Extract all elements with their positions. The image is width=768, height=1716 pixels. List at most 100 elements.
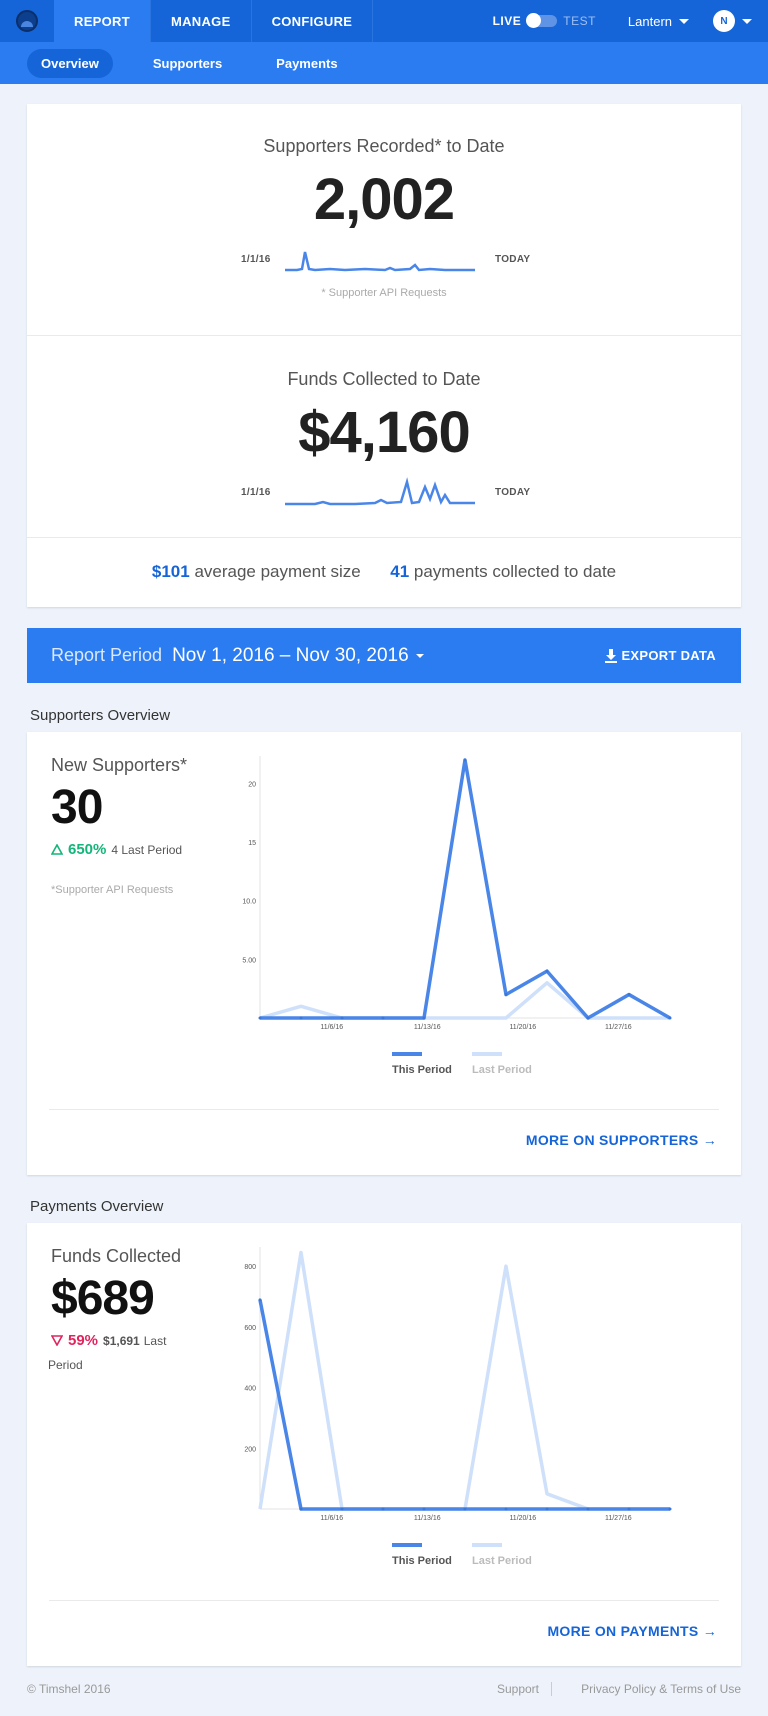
legend-swatch-last-period <box>472 1052 502 1056</box>
payments-count-value: 41 <box>390 562 410 581</box>
funds-collected-chart: 200 400 600 800 11/6/16 11/13/16 11/20/16 11/27… <box>244 1247 672 1567</box>
x-tick-label: 11/6/16 <box>320 1515 343 1522</box>
new-supporters-change: 650% 4 Last Period <box>51 841 182 858</box>
report-period-dropdown[interactable]: Nov 1, 2016 – Nov 30, 2016 <box>172 645 424 667</box>
summary-card: Supporters Recorded* to Date 2,002 1/1/1… <box>27 104 741 607</box>
sparkline-end-label: TODAY <box>495 253 531 265</box>
divider <box>27 537 741 538</box>
last-period-label: Last <box>143 1333 167 1348</box>
test-label: TEST <box>563 14 596 28</box>
org-dropdown[interactable]: Lantern <box>628 14 689 29</box>
y-tick-label: 600 <box>244 1325 256 1332</box>
data-point <box>463 1507 467 1511</box>
footer-divider <box>551 1682 552 1696</box>
tab-manage[interactable]: MANAGE <box>151 0 252 42</box>
sparkline-end-label: TODAY <box>495 486 531 498</box>
tab-report[interactable]: REPORT <box>54 0 151 42</box>
report-period-label: Report Period <box>51 645 163 665</box>
sparkline-start-label: 1/1/16 <box>241 253 271 265</box>
data-point <box>340 1016 344 1020</box>
subtab-payments[interactable]: Payments <box>262 49 351 78</box>
export-data-label: EXPORT DATA <box>621 648 716 663</box>
x-tick-label: 11/13/16 <box>414 1024 441 1031</box>
more-on-payments-link[interactable]: MORE ON PAYMENTS → <box>547 1623 717 1639</box>
y-tick-label: 800 <box>244 1264 256 1271</box>
legend-label-last-period: Last Period <box>472 1555 532 1567</box>
export-data-button[interactable]: EXPORT DATA <box>605 648 716 663</box>
data-point <box>340 1507 344 1511</box>
data-point <box>299 1507 303 1511</box>
y-tick-label: 15 <box>248 840 256 847</box>
org-name: Lantern <box>627 13 672 29</box>
support-link[interactable]: Support <box>497 1682 539 1696</box>
x-tick-label: 11/27/16 <box>605 1515 632 1522</box>
supporters-sparkline <box>285 251 475 272</box>
triangle-down-icon <box>51 1335 63 1346</box>
tab-configure[interactable]: CONFIGURE <box>252 0 374 42</box>
data-point <box>668 1016 672 1020</box>
privacy-terms-link[interactable]: Privacy Policy & Terms of Use <box>581 1682 741 1696</box>
divider <box>49 1600 719 1601</box>
last-period-label-continued: Period <box>48 1358 83 1372</box>
new-supporters-title: New Supporters* <box>51 755 188 775</box>
data-point <box>422 1507 426 1511</box>
subtab-supporters[interactable]: Supporters <box>139 49 236 78</box>
supporters-sparkline-row: 1/1/16 TODAY <box>241 244 530 274</box>
chevron-down-icon <box>742 18 752 24</box>
supporters-footnote: * Supporter API Requests <box>321 287 447 299</box>
x-tick-label: 11/13/16 <box>414 1515 441 1522</box>
data-point <box>381 1016 385 1020</box>
x-tick-label: 11/20/16 <box>509 1515 536 1522</box>
legend-swatch-this-period <box>392 1543 422 1547</box>
report-period-value: Nov 1, 2016 – Nov 30, 2016 <box>172 644 409 666</box>
top-nav: REPORT MANAGE CONFIGURE LIVE TEST Lanter… <box>0 0 768 42</box>
data-point <box>463 758 467 762</box>
payment-stats-row: $101 average payment size 41 payments co… <box>27 562 741 582</box>
subtab-overview[interactable]: Overview <box>27 48 113 78</box>
supporters-to-date-value: 2,002 <box>313 167 455 232</box>
payments-overview-heading: Payments Overview <box>30 1198 164 1215</box>
data-point <box>258 1016 262 1020</box>
data-point <box>504 993 508 997</box>
data-point <box>504 1507 508 1511</box>
download-icon <box>605 648 618 663</box>
new-supporters-chart: 5.00 10.0 15 20 11/6/16 11/13/16 11/20/16 11/27… <box>242 756 672 1076</box>
data-point <box>586 1507 590 1511</box>
last-period-amount: $1,691 <box>103 1333 140 1348</box>
last-period-value: 4 Last Period <box>111 842 183 857</box>
chevron-down-icon <box>679 18 689 24</box>
legend-swatch-last-period <box>472 1543 502 1547</box>
funds-collected-change: 59% $1,691 Last <box>51 1332 166 1349</box>
series-line-last-period <box>259 981 670 1020</box>
avg-payment-label: average payment size <box>194 562 361 581</box>
report-period-bar: Report Period Nov 1, 2016 – Nov 30, 2016… <box>27 628 741 683</box>
live-label: LIVE <box>492 14 522 28</box>
series-line-this-period <box>260 758 671 1020</box>
data-point <box>258 1298 262 1302</box>
new-supporters-value: 30 <box>51 781 103 834</box>
series-line-this-period <box>258 1299 670 1511</box>
live-test-toggle[interactable] <box>526 13 558 28</box>
sparkline-start-label: 1/1/16 <box>241 486 271 498</box>
triangle-up-icon <box>51 844 63 855</box>
data-point <box>545 1507 549 1511</box>
change-percent: 59% <box>68 1332 99 1349</box>
divider <box>27 335 741 336</box>
x-tick-label: 11/27/16 <box>605 1024 632 1031</box>
copyright: © Timshel 2016 <box>27 1682 111 1696</box>
user-menu[interactable]: N <box>713 10 752 32</box>
funds-collected-value: $689 <box>51 1272 155 1325</box>
logo-icon[interactable] <box>0 0 54 42</box>
legend-swatch-this-period <box>392 1052 422 1056</box>
supporters-overview-footnote: *Supporter API Requests <box>51 884 174 896</box>
divider <box>49 1109 719 1110</box>
data-point <box>299 1016 303 1020</box>
more-on-supporters-link[interactable]: MORE ON SUPPORTERS → <box>526 1132 717 1148</box>
y-tick-label: 10.0 <box>242 899 256 906</box>
data-point <box>545 969 549 973</box>
chevron-down-icon <box>415 653 424 658</box>
series-line-last-period <box>258 1250 670 1511</box>
y-tick-label: 5.00 <box>242 957 256 964</box>
data-point <box>586 1016 590 1020</box>
data-point <box>668 1507 672 1511</box>
